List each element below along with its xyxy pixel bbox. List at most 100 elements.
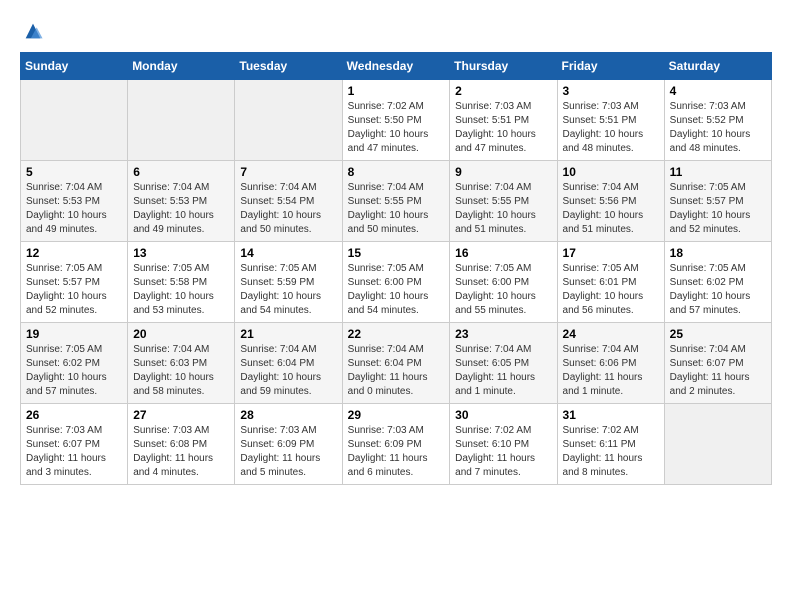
day-info: Sunrise: 7:04 AMSunset: 5:55 PMDaylight:… <box>348 181 445 237</box>
calendar-cell: 22 Sunrise: 7:04 AMSunset: 6:04 PMDayligh… <box>342 323 450 404</box>
day-info: Sunrise: 7:02 AMSunset: 6:11 PMDaylight:… <box>563 424 659 480</box>
calendar-cell <box>21 80 128 161</box>
day-number: 27 <box>133 408 229 422</box>
logo-icon <box>22 20 44 42</box>
day-number: 24 <box>563 327 659 341</box>
day-info: Sunrise: 7:05 AMSunset: 5:59 PMDaylight:… <box>240 262 336 318</box>
calendar-cell: 12Sunrise: 7:05 AMSunset: 5:57 PMDayligh… <box>21 242 128 323</box>
day-info: Sunrise: 7:03 AMSunset: 6:08 PMDaylight:… <box>133 424 229 480</box>
calendar-cell: 4 Sunrise: 7:03 AMSunset: 5:52 PMDaylight… <box>664 80 771 161</box>
day-info: Sunrise: 7:03 AMSunset: 5:52 PMDaylight:… <box>670 100 766 156</box>
calendar-cell: 2Sunrise: 7:03 AMSunset: 5:51 PMDaylight… <box>450 80 557 161</box>
day-number: 22 <box>348 327 445 341</box>
day-info: Sunrise: 7:04 AMSunset: 6:05 PMDaylight:… <box>455 343 551 399</box>
calendar-cell: 27 Sunrise: 7:03 AMSunset: 6:08 PMDayligh… <box>128 404 235 485</box>
day-header-wednesday: Wednesday <box>342 53 450 80</box>
day-number: 18 <box>670 246 766 260</box>
calendar-cell: 6 Sunrise: 7:04 AMSunset: 5:53 PMDaylight… <box>128 161 235 242</box>
logo <box>20 20 44 42</box>
calendar-cell: 17 Sunrise: 7:05 AMSunset: 6:01 PMDayligh… <box>557 242 664 323</box>
day-number: 4 <box>670 84 766 98</box>
day-number: 20 <box>133 327 229 341</box>
day-number: 26 <box>26 408 122 422</box>
day-info: Sunrise: 7:05 AMSunset: 5:57 PMDaylight:… <box>670 181 766 237</box>
day-header-sunday: Sunday <box>21 53 128 80</box>
day-info: Sunrise: 7:03 AMSunset: 6:07 PMDaylight:… <box>26 424 122 480</box>
day-info: Sunrise: 7:04 AMSunset: 5:53 PMDaylight:… <box>133 181 229 237</box>
calendar-cell: 13Sunrise: 7:05 AMSunset: 5:58 PMDayligh… <box>128 242 235 323</box>
calendar-cell: 25 Sunrise: 7:04 AMSunset: 6:07 PMDayligh… <box>664 323 771 404</box>
day-info: Sunrise: 7:04 AMSunset: 5:53 PMDaylight:… <box>26 181 122 237</box>
day-header-saturday: Saturday <box>664 53 771 80</box>
day-number: 29 <box>348 408 445 422</box>
day-number: 15 <box>348 246 445 260</box>
calendar-cell: 18 Sunrise: 7:05 AMSunset: 6:02 PMDayligh… <box>664 242 771 323</box>
calendar-cell: 29 Sunrise: 7:03 AMSunset: 6:09 PMDayligh… <box>342 404 450 485</box>
day-info: Sunrise: 7:05 AMSunset: 6:02 PMDaylight:… <box>26 343 122 399</box>
day-info: Sunrise: 7:05 AMSunset: 6:01 PMDaylight:… <box>563 262 659 318</box>
day-number: 30 <box>455 408 551 422</box>
week-row-4: 19 Sunrise: 7:05 AMSunset: 6:02 PMDayligh… <box>21 323 772 404</box>
calendar-cell: 9 Sunrise: 7:04 AMSunset: 5:55 PMDaylight… <box>450 161 557 242</box>
day-info: Sunrise: 7:04 AMSunset: 6:03 PMDaylight:… <box>133 343 229 399</box>
week-row-3: 12Sunrise: 7:05 AMSunset: 5:57 PMDayligh… <box>21 242 772 323</box>
calendar-cell <box>664 404 771 485</box>
calendar-cell: 31 Sunrise: 7:02 AMSunset: 6:11 PMDayligh… <box>557 404 664 485</box>
day-info: Sunrise: 7:04 AMSunset: 5:54 PMDaylight:… <box>240 181 336 237</box>
calendar-cell: 11 Sunrise: 7:05 AMSunset: 5:57 PMDayligh… <box>664 161 771 242</box>
day-number: 7 <box>240 165 336 179</box>
calendar-cell: 24 Sunrise: 7:04 AMSunset: 6:06 PMDayligh… <box>557 323 664 404</box>
day-info: Sunrise: 7:02 AMSunset: 5:50 PMDaylight:… <box>348 100 445 156</box>
day-number: 2 <box>455 84 551 98</box>
day-header-friday: Friday <box>557 53 664 80</box>
day-number: 9 <box>455 165 551 179</box>
calendar-cell: 3 Sunrise: 7:03 AMSunset: 5:51 PMDaylight… <box>557 80 664 161</box>
day-info: Sunrise: 7:02 AMSunset: 6:10 PMDaylight:… <box>455 424 551 480</box>
calendar-cell: 5 Sunrise: 7:04 AMSunset: 5:53 PMDaylight… <box>21 161 128 242</box>
calendar-cell <box>128 80 235 161</box>
day-number: 16 <box>455 246 551 260</box>
day-number: 21 <box>240 327 336 341</box>
day-number: 31 <box>563 408 659 422</box>
day-info: Sunrise: 7:03 AMSunset: 6:09 PMDaylight:… <box>240 424 336 480</box>
day-info: Sunrise: 7:04 AMSunset: 6:06 PMDaylight:… <box>563 343 659 399</box>
day-info: Sunrise: 7:04 AMSunset: 6:07 PMDaylight:… <box>670 343 766 399</box>
day-number: 5 <box>26 165 122 179</box>
calendar-cell: 26 Sunrise: 7:03 AMSunset: 6:07 PMDayligh… <box>21 404 128 485</box>
calendar-cell <box>235 80 342 161</box>
calendar-cell: 15Sunrise: 7:05 AMSunset: 6:00 PMDayligh… <box>342 242 450 323</box>
day-info: Sunrise: 7:04 AMSunset: 6:04 PMDaylight:… <box>348 343 445 399</box>
day-info: Sunrise: 7:04 AMSunset: 5:56 PMDaylight:… <box>563 181 659 237</box>
day-number: 28 <box>240 408 336 422</box>
day-number: 19 <box>26 327 122 341</box>
day-number: 13 <box>133 246 229 260</box>
day-info: Sunrise: 7:04 AMSunset: 5:55 PMDaylight:… <box>455 181 551 237</box>
calendar-cell: 30 Sunrise: 7:02 AMSunset: 6:10 PMDayligh… <box>450 404 557 485</box>
day-info: Sunrise: 7:05 AMSunset: 6:02 PMDaylight:… <box>670 262 766 318</box>
day-number: 14 <box>240 246 336 260</box>
day-number: 3 <box>563 84 659 98</box>
day-number: 23 <box>455 327 551 341</box>
calendar-cell: 8Sunrise: 7:04 AMSunset: 5:55 PMDaylight… <box>342 161 450 242</box>
day-number: 6 <box>133 165 229 179</box>
day-header-thursday: Thursday <box>450 53 557 80</box>
day-number: 11 <box>670 165 766 179</box>
day-number: 1 <box>348 84 445 98</box>
day-info: Sunrise: 7:03 AMSunset: 5:51 PMDaylight:… <box>563 100 659 156</box>
day-info: Sunrise: 7:04 AMSunset: 6:04 PMDaylight:… <box>240 343 336 399</box>
day-info: Sunrise: 7:03 AMSunset: 6:09 PMDaylight:… <box>348 424 445 480</box>
calendar-cell: 16 Sunrise: 7:05 AMSunset: 6:00 PMDayligh… <box>450 242 557 323</box>
week-row-2: 5 Sunrise: 7:04 AMSunset: 5:53 PMDaylight… <box>21 161 772 242</box>
day-number: 17 <box>563 246 659 260</box>
week-row-1: 1 Sunrise: 7:02 AMSunset: 5:50 PMDaylight… <box>21 80 772 161</box>
day-number: 25 <box>670 327 766 341</box>
day-number: 10 <box>563 165 659 179</box>
calendar-cell: 1 Sunrise: 7:02 AMSunset: 5:50 PMDaylight… <box>342 80 450 161</box>
day-info: Sunrise: 7:05 AMSunset: 6:00 PMDaylight:… <box>455 262 551 318</box>
header-row: SundayMondayTuesdayWednesdayThursdayFrid… <box>21 53 772 80</box>
week-row-5: 26 Sunrise: 7:03 AMSunset: 6:07 PMDayligh… <box>21 404 772 485</box>
calendar-cell: 10 Sunrise: 7:04 AMSunset: 5:56 PMDayligh… <box>557 161 664 242</box>
day-number: 12 <box>26 246 122 260</box>
day-header-tuesday: Tuesday <box>235 53 342 80</box>
day-header-monday: Monday <box>128 53 235 80</box>
